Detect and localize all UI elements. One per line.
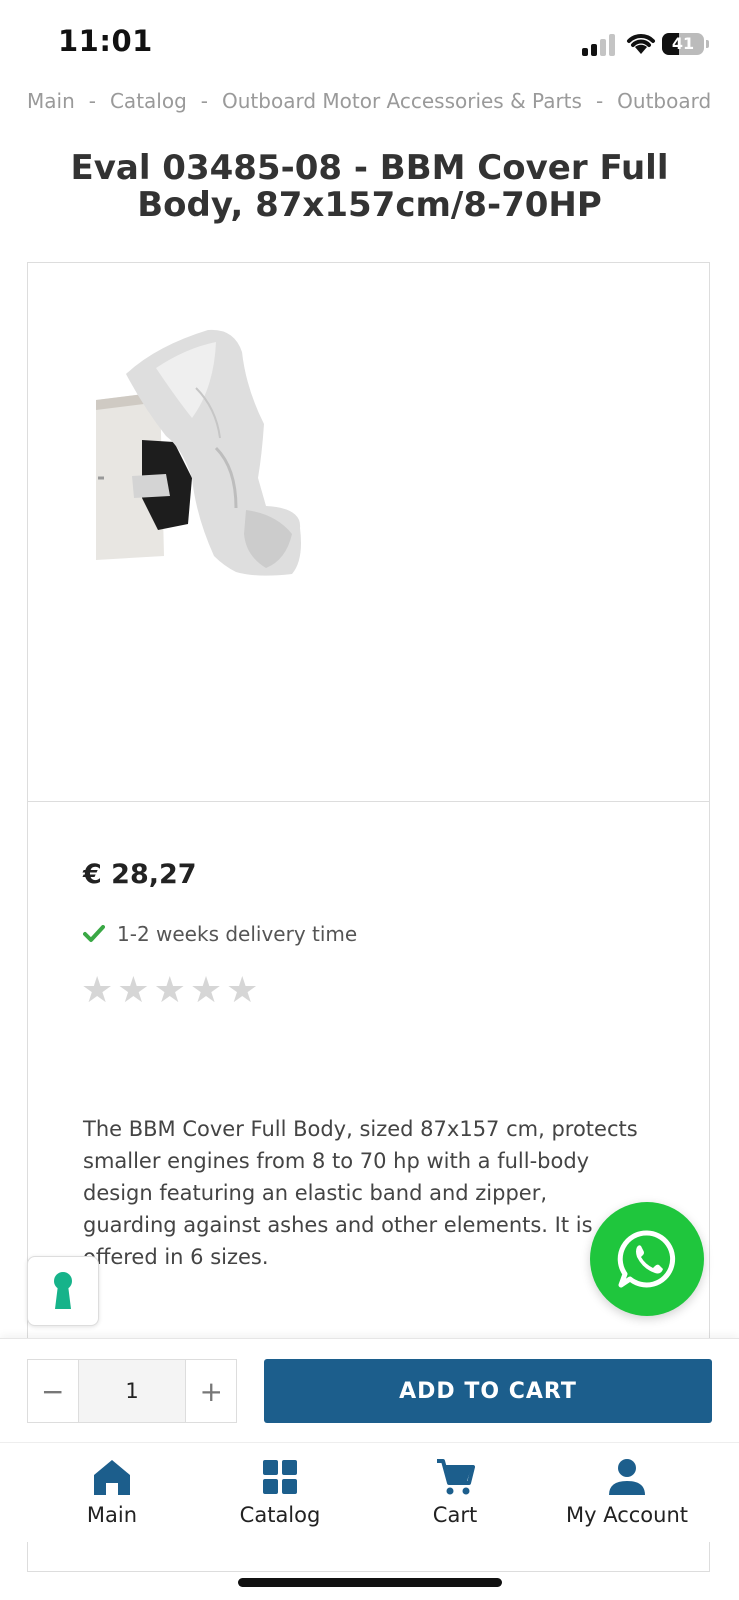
breadcrumb-catalog[interactable]: Catalog <box>110 89 187 113</box>
nav-catalog[interactable]: Catalog <box>195 1457 365 1537</box>
increase-quantity-button[interactable]: + <box>186 1360 236 1422</box>
breadcrumb-separator: - <box>88 89 96 113</box>
star-icon[interactable]: ★ <box>226 973 258 1009</box>
delivery-text: 1-2 weeks delivery time <box>117 922 358 946</box>
add-to-cart-button[interactable]: ADD TO CART <box>264 1359 712 1423</box>
nav-cart-label: Cart <box>432 1503 478 1527</box>
breadcrumb-separator: - <box>595 89 604 113</box>
page-title: Eval 03485-08 - BBM Cover Full Body, 87x… <box>70 148 669 225</box>
delivery-info: 1-2 weeks delivery time <box>83 919 357 949</box>
battery-level: 41 <box>671 34 695 53</box>
status-bar: 11:01 41 <box>0 0 739 80</box>
home-indicator <box>238 1578 502 1587</box>
breadcrumb: Main - Catalog - Outboard Motor Accessories … <box>27 86 739 116</box>
battery-tip <box>706 40 709 48</box>
star-icon[interactable]: ★ <box>81 973 113 1009</box>
nav-catalog-label: Catalog <box>239 1503 321 1527</box>
purchase-bar: − 1 + ADD TO CART <box>0 1338 739 1443</box>
star-icon[interactable]: ★ <box>154 973 186 1009</box>
quantity-input[interactable]: 1 <box>77 1360 187 1422</box>
wifi-icon <box>627 34 655 54</box>
star-icon[interactable]: ★ <box>190 973 222 1009</box>
bottom-nav: Main Catalog Cart My Account <box>0 1442 739 1543</box>
keyhole-icon <box>54 1272 72 1309</box>
breadcrumb-main[interactable]: Main <box>27 89 75 113</box>
breadcrumb-outboard-accessories[interactable]: Outboard Motor Accessories & Parts <box>222 89 582 113</box>
product-image-area[interactable] <box>28 263 709 802</box>
footer-edge <box>27 1542 710 1572</box>
home-icon <box>94 1460 130 1495</box>
signal-icon <box>582 32 618 56</box>
star-icon[interactable]: ★ <box>117 973 149 1009</box>
nav-main[interactable]: Main <box>27 1457 197 1537</box>
whatsapp-icon <box>617 1230 676 1288</box>
product-description: The BBM Cover Full Body, sized 87x157 cm… <box>83 1117 638 1269</box>
check-icon <box>83 925 105 942</box>
breadcrumb-outboard[interactable]: Outboard <box>617 89 711 113</box>
battery-icon: 41 <box>662 33 704 55</box>
nav-cart[interactable]: Cart <box>370 1457 540 1537</box>
rating-stars[interactable]: ★ ★ ★ ★ ★ <box>81 973 258 1009</box>
quantity-stepper: − 1 + <box>27 1359 237 1423</box>
nav-account[interactable]: My Account <box>542 1457 712 1537</box>
cart-icon <box>437 1459 475 1495</box>
grid-icon <box>263 1460 297 1494</box>
accessibility-button[interactable] <box>27 1256 99 1326</box>
product-image[interactable] <box>96 328 306 580</box>
decrease-quantity-button[interactable]: − <box>28 1360 78 1422</box>
breadcrumb-separator: - <box>200 89 208 113</box>
nav-account-label: My Account <box>565 1503 688 1527</box>
whatsapp-button[interactable] <box>590 1202 704 1316</box>
product-price: € 28,27 <box>83 859 197 890</box>
user-icon <box>609 1459 645 1495</box>
status-time: 11:01 <box>58 24 153 58</box>
nav-main-label: Main <box>86 1503 138 1527</box>
